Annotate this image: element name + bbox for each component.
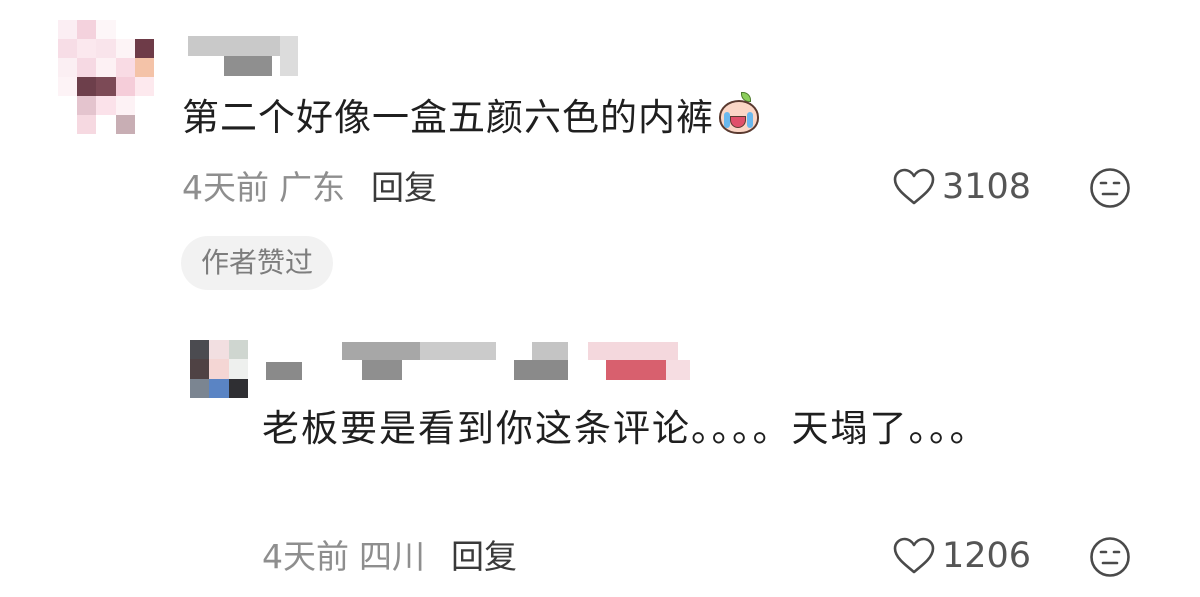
reply-comment-meta: 4天前 四川 回复 (262, 537, 517, 577)
author-liked-badge: 作者赞过 (181, 236, 334, 290)
comment-time: 4天前 (262, 537, 349, 576)
username-reply-user[interactable] (266, 342, 706, 382)
dislike-button[interactable] (1089, 536, 1131, 578)
neutral-face-dislike-icon (1090, 168, 1130, 208)
heart-outline-icon (893, 537, 935, 574)
like-count: 1206 (942, 536, 1032, 576)
main-comment-body: 第二个好像一盒五颜六色的内裤 (182, 96, 714, 139)
avatar-main-user[interactable] (58, 20, 154, 134)
main-comment-meta: 4天前 广东 回复 (182, 168, 437, 208)
comment-location: 四川 (359, 537, 425, 576)
neutral-face-dislike-icon (1090, 537, 1130, 577)
reply-button[interactable]: 回复 (371, 168, 437, 207)
like-count: 3108 (942, 167, 1032, 207)
comment-location: 广东 (279, 168, 345, 207)
heart-outline-icon (893, 168, 935, 205)
avatar-reply-user[interactable] (190, 340, 248, 398)
username-main-user[interactable] (188, 36, 306, 78)
comment-time: 4天前 (182, 168, 269, 207)
reply-button[interactable]: 回复 (451, 537, 517, 576)
reply-comment-text: 老板要是看到你这条评论。。。。天塌了。。。 (262, 407, 989, 450)
like-button[interactable]: 3108 (892, 167, 1031, 207)
main-comment-text: 第二个好像一盒五颜六色的内裤 (182, 88, 762, 148)
laughing-crying-face-icon (716, 92, 762, 136)
dislike-button[interactable] (1089, 167, 1131, 209)
like-button[interactable]: 1206 (892, 536, 1031, 576)
